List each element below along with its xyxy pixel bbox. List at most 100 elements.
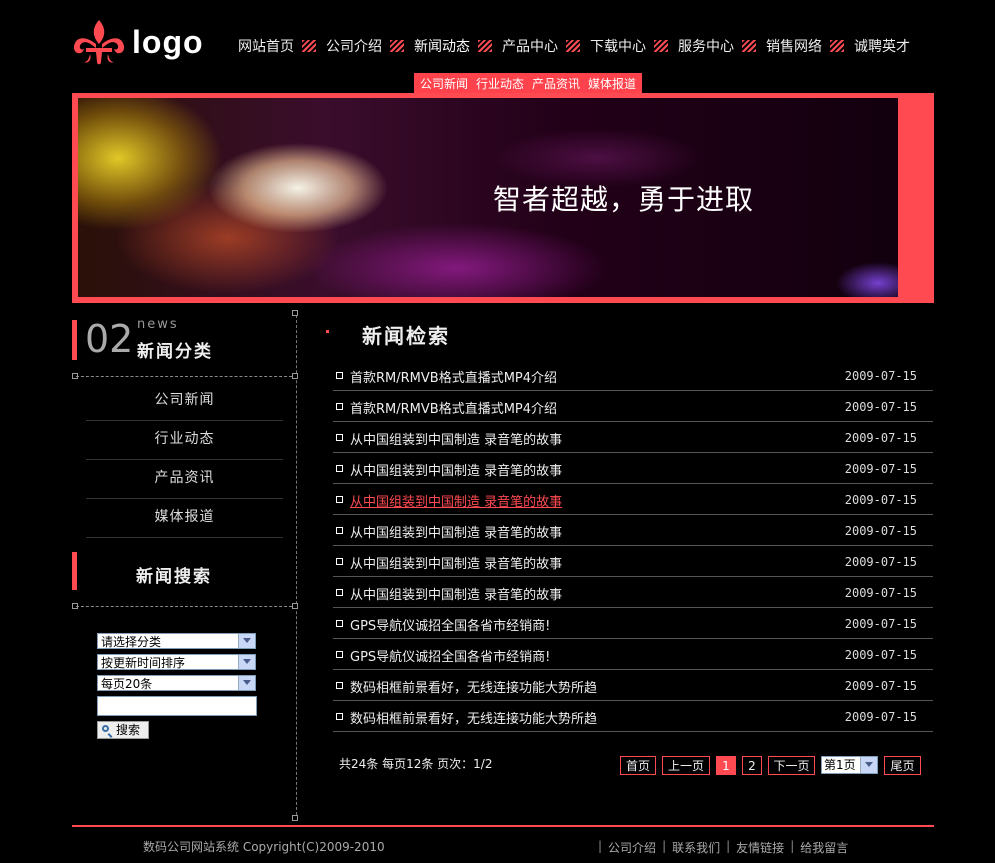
- search-button-label: 搜索: [116, 723, 141, 737]
- first-page-button[interactable]: 首页: [620, 756, 656, 775]
- news-row[interactable]: 数码相框前景看好，无线连接功能大势所趋 2009-07-15: [333, 670, 933, 701]
- news-row[interactable]: 从中国组装到中国制造 录音笔的故事 2009-07-15: [333, 577, 933, 608]
- category-item-company-news[interactable]: 公司新闻: [86, 382, 283, 421]
- news-row[interactable]: 数码相框前景看好，无线连接功能大势所趋 2009-07-15: [333, 701, 933, 732]
- logo-text: logo: [132, 24, 204, 60]
- nav-item-news[interactable]: 新闻动态: [406, 36, 476, 56]
- page-1-button[interactable]: 1: [716, 756, 736, 775]
- bullet-icon: [336, 434, 343, 441]
- news-row[interactable]: 从中国组装到中国制造 录音笔的故事 2009-07-15: [333, 422, 933, 453]
- subnav-item-industry-news[interactable]: 行业动态: [472, 75, 528, 92]
- site-logo[interactable]: logo: [72, 18, 204, 68]
- footer-link-guestbook[interactable]: 给我留言: [800, 839, 848, 856]
- news-title[interactable]: GPS导航仪诚招全国各省市经销商!: [350, 615, 550, 634]
- footer-separator: |: [598, 839, 603, 853]
- nav-separator-icon: [742, 40, 756, 52]
- category-select[interactable]: 请选择分类: [97, 633, 256, 649]
- page-2-button[interactable]: 2: [742, 756, 762, 775]
- bullet-icon: [336, 620, 343, 627]
- category-header: 02 news 新闻分类: [72, 317, 277, 362]
- footer-divider: [72, 825, 934, 827]
- nav-separator-icon: [654, 40, 668, 52]
- subnav-item-company-news[interactable]: 公司新闻: [416, 75, 472, 92]
- nav-item-sales-network[interactable]: 销售网络: [758, 36, 828, 56]
- copyright: 数码公司网站系统 Copyright(C)2009-2010: [143, 840, 385, 854]
- news-title[interactable]: 从中国组装到中国制造 录音笔的故事: [350, 460, 562, 479]
- last-page-button[interactable]: 尾页: [884, 756, 921, 775]
- subnav-item-media-reports[interactable]: 媒体报道: [584, 75, 640, 92]
- footer-links: | 公司介绍 | 联系我们 | 友情链接 | 给我留言: [592, 839, 848, 856]
- bullet-icon: [336, 558, 343, 565]
- news-row[interactable]: GPS导航仪诚招全国各省市经销商! 2009-07-15: [333, 608, 933, 639]
- news-row[interactable]: 从中国组装到中国制造 录音笔的故事 2009-07-15: [333, 453, 933, 484]
- nav-item-home[interactable]: 网站首页: [230, 36, 300, 56]
- per-page-select-value: 每页20条: [101, 677, 153, 691]
- news-title[interactable]: 首款RM/RMVB格式直播式MP4介绍: [350, 398, 557, 417]
- news-row[interactable]: 从中国组装到中国制造 录音笔的故事 2009-07-15: [333, 515, 933, 546]
- nav-item-downloads[interactable]: 下载中心: [582, 36, 652, 56]
- dropdown-arrow-icon: [238, 676, 255, 690]
- sort-select[interactable]: 按更新时间排序: [97, 654, 256, 670]
- corner-dot: [292, 815, 298, 821]
- subnav-item-product-info[interactable]: 产品资讯: [528, 75, 584, 92]
- nav-item-products[interactable]: 产品中心: [494, 36, 564, 56]
- footer-link-contact[interactable]: 联系我们: [672, 839, 720, 856]
- bullet-icon: [336, 496, 343, 503]
- news-date: 2009-07-15: [844, 710, 917, 724]
- news-row-hovered[interactable]: 从中国组装到中国制造 录音笔的故事 2009-07-15: [333, 484, 933, 515]
- nav-separator-icon: [478, 40, 492, 52]
- news-row[interactable]: GPS导航仪诚招全国各省市经销商! 2009-07-15: [333, 639, 933, 670]
- news-title[interactable]: 从中国组装到中国制造 录音笔的故事: [350, 429, 562, 448]
- category-title: 新闻分类: [137, 342, 213, 362]
- category-number: 02: [85, 317, 134, 361]
- news-title[interactable]: 从中国组装到中国制造 录音笔的故事: [350, 491, 562, 510]
- bullet-icon: [336, 465, 343, 472]
- bullet-icon: [336, 713, 343, 720]
- category-item-media-reports[interactable]: 媒体报道: [86, 499, 283, 538]
- footer-link-friends[interactable]: 友情链接: [736, 839, 784, 856]
- prev-page-button[interactable]: 上一页: [662, 756, 710, 775]
- news-date: 2009-07-15: [844, 555, 917, 569]
- news-row[interactable]: 首款RM/RMVB格式直播式MP4介绍 2009-07-15: [333, 360, 933, 391]
- nav-item-about[interactable]: 公司介绍: [318, 36, 388, 56]
- news-row[interactable]: 从中国组装到中国制造 录音笔的故事 2009-07-15: [333, 546, 933, 577]
- per-page-select[interactable]: 每页20条: [97, 675, 256, 691]
- news-list: 首款RM/RMVB格式直播式MP4介绍 2009-07-15 首款RM/RMVB格…: [333, 360, 933, 732]
- page-select[interactable]: 第1页: [821, 756, 878, 774]
- news-row[interactable]: 首款RM/RMVB格式直播式MP4介绍 2009-07-15: [333, 391, 933, 422]
- news-title[interactable]: GPS导航仪诚招全国各省市经销商!: [350, 646, 550, 665]
- category-item-industry-news[interactable]: 行业动态: [86, 421, 283, 460]
- news-title[interactable]: 数码相框前景看好，无线连接功能大势所趋: [350, 677, 597, 696]
- divider: [76, 376, 292, 377]
- news-date: 2009-07-15: [844, 462, 917, 476]
- search-icon: [102, 725, 109, 732]
- bullet-icon: [336, 651, 343, 658]
- dropdown-arrow-icon: [238, 634, 255, 648]
- title-marker: [326, 330, 329, 333]
- news-title[interactable]: 首款RM/RMVB格式直播式MP4介绍: [350, 367, 557, 386]
- bullet-icon: [336, 682, 343, 689]
- category-list: 公司新闻 行业动态 产品资讯 媒体报道: [86, 382, 283, 538]
- news-date: 2009-07-15: [844, 431, 917, 445]
- nav-separator-icon: [390, 40, 404, 52]
- dropdown-arrow-icon: [238, 655, 255, 669]
- news-title[interactable]: 从中国组装到中国制造 录音笔的故事: [350, 522, 562, 541]
- corner-dot: [292, 603, 298, 609]
- nav-item-careers[interactable]: 诚聘英才: [846, 36, 916, 56]
- news-date: 2009-07-15: [844, 400, 917, 414]
- nav-item-service[interactable]: 服务中心: [670, 36, 740, 56]
- divider: [76, 606, 292, 607]
- next-page-button[interactable]: 下一页: [768, 756, 815, 775]
- category-item-product-info[interactable]: 产品资讯: [86, 460, 283, 499]
- footer-link-about[interactable]: 公司介绍: [608, 839, 656, 856]
- news-title[interactable]: 从中国组装到中国制造 录音笔的故事: [350, 553, 562, 572]
- page-select-value: 第1页: [824, 758, 856, 772]
- news-title[interactable]: 数码相框前景看好，无线连接功能大势所趋: [350, 708, 597, 727]
- nav-separator-icon: [830, 40, 844, 52]
- search-button[interactable]: 搜索: [97, 721, 149, 739]
- keyword-input[interactable]: [97, 696, 257, 716]
- bullet-icon: [336, 589, 343, 596]
- news-title[interactable]: 从中国组装到中国制造 录音笔的故事: [350, 584, 562, 603]
- nav-separator-icon: [302, 40, 316, 52]
- search-title: 新闻搜索: [136, 567, 212, 587]
